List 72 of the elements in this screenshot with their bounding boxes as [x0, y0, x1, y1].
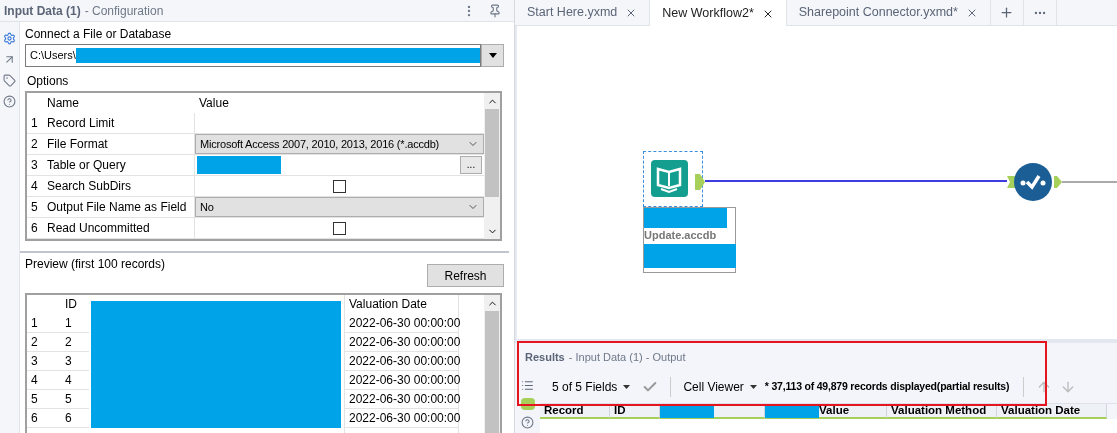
path-field[interactable]: C:\Users\: [25, 44, 481, 67]
anchor-icon: [695, 174, 705, 190]
connector-line: [1062, 181, 1117, 183]
table-cell: 2: [61, 333, 89, 352]
row-number: 5: [27, 390, 61, 409]
fields-dropdown[interactable]: 5 of 5 Fields: [552, 378, 631, 396]
row-number: 6: [27, 409, 61, 428]
checkbox[interactable]: [333, 179, 346, 193]
table-cell: 2022-06-30 00:00:00: [345, 371, 458, 390]
dropdown-button[interactable]: [481, 44, 504, 67]
column-header: Name: [46, 95, 80, 112]
row-number: 4: [27, 371, 61, 390]
column-header: Value: [198, 95, 229, 112]
column-header: ID: [64, 296, 78, 313]
caret-icon: [749, 385, 757, 389]
caret-icon: [623, 385, 631, 389]
table-cell: 2022-06-30 00:00:00: [345, 333, 458, 352]
row-number: 6: [30, 220, 39, 237]
viewer-dropdown[interactable]: Cell Viewer: [683, 378, 757, 396]
anchor-icon: [1054, 176, 1062, 188]
option-name: Table or Query: [43, 155, 195, 175]
row-number: 2: [30, 136, 39, 153]
section-label: Options: [27, 73, 70, 89]
row-number: 5: [30, 199, 39, 216]
dropdown-field[interactable]: No: [195, 197, 484, 217]
node-label: Update.accdb: [644, 228, 718, 242]
results-subtitle: - Input Data (1) - Output: [568, 349, 686, 365]
row-number: 1: [27, 314, 61, 333]
row-number: 2: [27, 333, 61, 352]
table-cell: 2022-06-30 00:00:00: [345, 352, 458, 371]
results-title: Results: [525, 349, 565, 365]
scrollbar[interactable]: [484, 93, 500, 239]
table-cell: 5: [61, 390, 89, 409]
dropdown-field[interactable]: Microsoft Access 2007, 2010, 2013, 2016 (*.accdb): [195, 134, 484, 154]
list-icon[interactable]: [521, 379, 534, 392]
records-info: * 37,113 of 49,879 records displayed(partial results): [764, 379, 1010, 395]
settings-icon[interactable]: [3, 32, 16, 45]
row-number: 3: [30, 157, 39, 174]
table-cell: 4: [61, 371, 89, 390]
option-name: Record Limit: [43, 113, 195, 133]
table-cell: 1: [61, 314, 89, 333]
panel-subtitle: - Configuration: [84, 2, 164, 20]
panel-title: Input Data (1): [4, 2, 81, 20]
row-number: 3: [27, 352, 61, 371]
tag-icon[interactable]: [3, 74, 16, 87]
option-name: Search SubDirs: [43, 176, 195, 196]
caret-icon: [488, 53, 497, 58]
table-cell: 2022-06-30 00:00:00: [345, 409, 458, 428]
scrollbar[interactable]: [484, 295, 500, 433]
browse-button[interactable]: ...: [460, 156, 482, 174]
table-cell: 2022-06-30 00:00:00: [345, 390, 458, 409]
book-icon[interactable]: [651, 160, 688, 197]
row-number: 4: [30, 178, 39, 195]
option-name: Read Uncommitted: [43, 218, 195, 238]
refresh-button[interactable]: Refresh: [427, 264, 504, 287]
table-cell: 3: [61, 352, 89, 371]
help-icon[interactable]: [521, 416, 534, 429]
workflow-tab[interactable]: New Workflow2*: [650, 0, 787, 27]
column-header: Valuation Date: [348, 296, 428, 313]
workflow-tab[interactable]: Sharepoint Connector.yxmd*: [786, 0, 991, 25]
checkbox[interactable]: [333, 221, 346, 235]
table-cell: 2022-06-30 00:00:00: [345, 314, 458, 333]
check-node-icon[interactable]: [1014, 163, 1052, 201]
arrow-icon[interactable]: [3, 53, 16, 66]
add-tab-icon[interactable]: [999, 5, 1015, 20]
preview-label: Preview (first 100 records): [25, 256, 166, 273]
row-number: 1: [30, 115, 39, 132]
pin-icon[interactable]: [488, 3, 502, 18]
table-cell: 6: [61, 409, 89, 428]
section-label: Connect a File or Database: [25, 26, 173, 42]
column-header: Valuation Date: [997, 404, 1107, 419]
help-icon[interactable]: [3, 95, 16, 108]
